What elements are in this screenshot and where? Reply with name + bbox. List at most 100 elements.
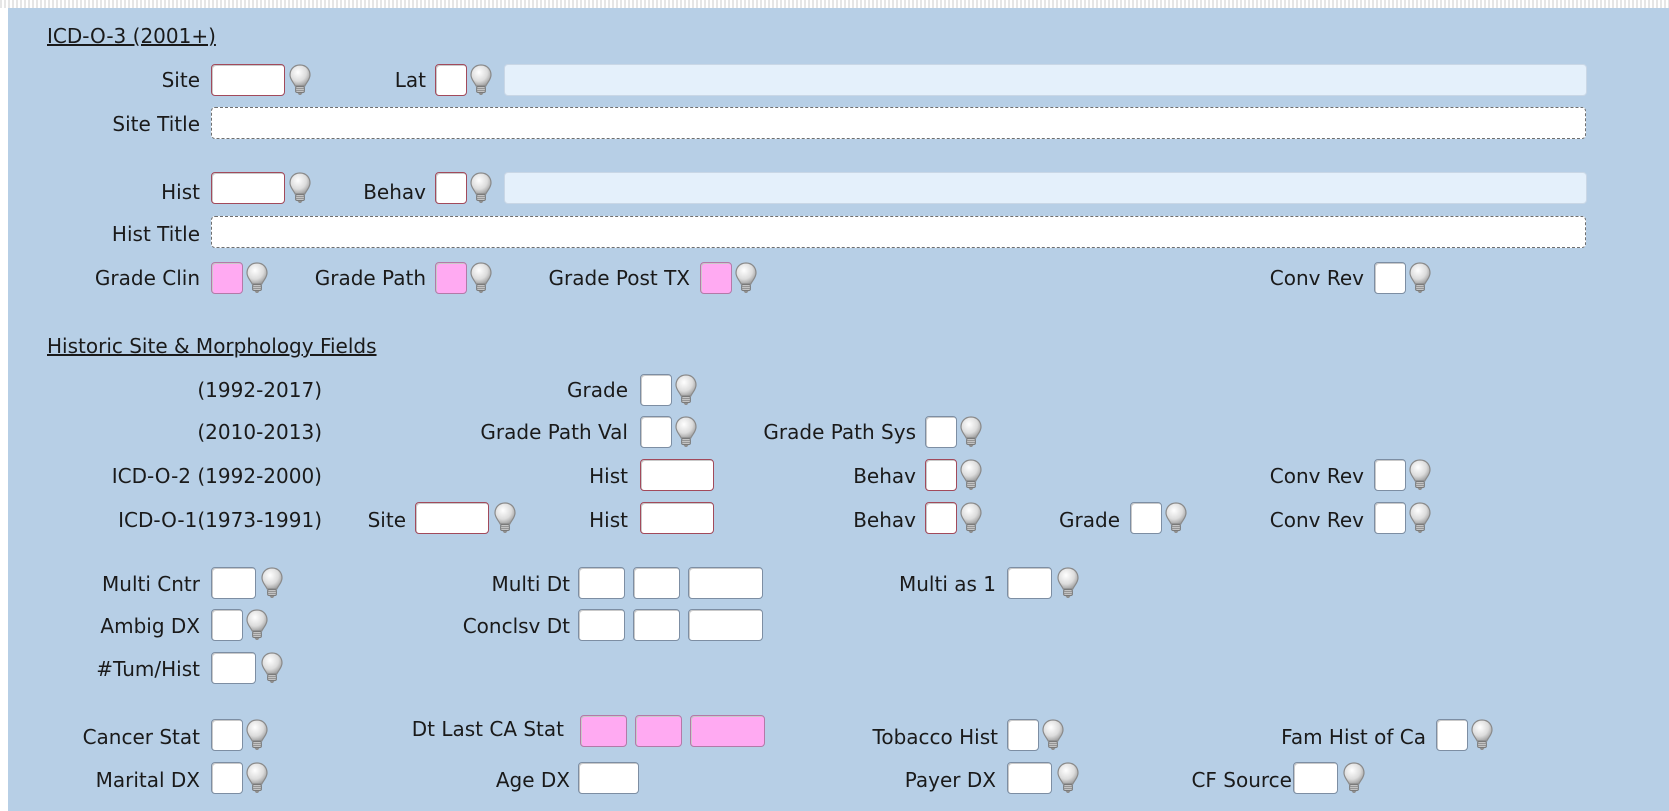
cancer-stat-label: Cancer Stat	[82, 725, 200, 749]
lightbulb-icon[interactable]	[261, 652, 283, 684]
period-2010-2013-label: (2010-2013)	[197, 420, 322, 444]
icdo1-conv-rev-input[interactable]	[1374, 502, 1406, 534]
conclsv-dt-month-input[interactable]	[578, 609, 625, 641]
icdo2-behav-input[interactable]	[925, 459, 957, 491]
icdo1-conv-rev-label: Conv Rev	[1269, 508, 1364, 532]
lightbulb-icon[interactable]	[1057, 567, 1079, 599]
fam-hist-label: Fam Hist of Ca	[1281, 725, 1426, 749]
multi-cntr-input[interactable]	[211, 567, 256, 599]
dt-last-ca-stat-day-input[interactable]	[635, 715, 682, 747]
dt-last-ca-stat-year-input[interactable]	[690, 715, 765, 747]
lightbulb-icon[interactable]	[1042, 719, 1064, 751]
lightbulb-icon[interactable]	[246, 762, 268, 794]
grade-path-sys-label: Grade Path Sys	[763, 420, 916, 444]
grade-path-val-input[interactable]	[640, 416, 672, 448]
lightbulb-icon[interactable]	[470, 172, 492, 204]
lightbulb-icon[interactable]	[1165, 502, 1187, 534]
multi-dt-day-input[interactable]	[633, 567, 680, 599]
lat-label: Lat	[394, 68, 426, 92]
lightbulb-icon[interactable]	[1409, 262, 1431, 294]
icdo1-grade-label: Grade	[1059, 508, 1120, 532]
marital-dx-input[interactable]	[211, 762, 243, 794]
hist-title-label: Hist Title	[111, 222, 200, 246]
lightbulb-icon[interactable]	[246, 262, 268, 294]
lightbulb-icon[interactable]	[494, 502, 516, 534]
cf-source-input[interactable]	[1293, 762, 1338, 794]
lightbulb-icon[interactable]	[1409, 459, 1431, 491]
multi-cntr-label: Multi Cntr	[102, 572, 200, 596]
dt-last-ca-stat-label: Dt Last CA Stat	[411, 717, 564, 741]
top-dashed-border	[0, 0, 1669, 8]
conv-rev-input[interactable]	[1374, 262, 1406, 294]
lightbulb-icon[interactable]	[675, 416, 697, 448]
icdo2-hist-input[interactable]	[640, 459, 714, 491]
grade-post-tx-label: Grade Post TX	[548, 266, 690, 290]
icdo1-grade-input[interactable]	[1130, 502, 1162, 534]
grade-path-input[interactable]	[435, 262, 467, 294]
multi-dt-month-input[interactable]	[578, 567, 625, 599]
lightbulb-icon[interactable]	[289, 172, 311, 204]
conclsv-dt-day-input[interactable]	[633, 609, 680, 641]
behav-input[interactable]	[435, 172, 467, 204]
icdo2-behav-label: Behav	[853, 464, 916, 488]
age-dx-label: Age DX	[495, 768, 570, 792]
age-dx-input[interactable]	[578, 762, 639, 794]
grade-1992-input[interactable]	[640, 374, 672, 406]
cancer-stat-input[interactable]	[211, 719, 243, 751]
grade-1992-label: Grade	[567, 378, 628, 402]
lightbulb-icon[interactable]	[246, 609, 268, 641]
lightbulb-icon[interactable]	[261, 567, 283, 599]
cf-source-label: CF Source	[1191, 768, 1292, 792]
payer-dx-input[interactable]	[1007, 762, 1052, 794]
lightbulb-icon[interactable]	[1057, 762, 1079, 794]
lightbulb-icon[interactable]	[735, 262, 757, 294]
lat-input[interactable]	[435, 64, 467, 96]
lightbulb-icon[interactable]	[470, 64, 492, 96]
site-input[interactable]	[211, 64, 285, 96]
lightbulb-icon[interactable]	[1343, 762, 1365, 794]
lightbulb-icon[interactable]	[470, 262, 492, 294]
icdo1-behav-label: Behav	[853, 508, 916, 532]
multi-as-1-input[interactable]	[1007, 567, 1052, 599]
grade-path-sys-input[interactable]	[925, 416, 957, 448]
conclsv-dt-label: Conclsv Dt	[462, 614, 570, 638]
lightbulb-icon[interactable]	[960, 416, 982, 448]
tum-hist-input[interactable]	[211, 652, 256, 684]
grade-post-tx-input[interactable]	[700, 262, 732, 294]
icdo1-period-label: ICD-O-1(1973-1991)	[118, 508, 322, 532]
grade-clin-input[interactable]	[211, 262, 243, 294]
lightbulb-icon[interactable]	[675, 374, 697, 406]
icdo1-hist-input[interactable]	[640, 502, 714, 534]
lightbulb-icon[interactable]	[289, 64, 311, 96]
lightbulb-icon[interactable]	[1471, 719, 1493, 751]
multi-dt-year-input[interactable]	[688, 567, 763, 599]
lightbulb-icon[interactable]	[1409, 502, 1431, 534]
hist-input[interactable]	[211, 172, 285, 204]
tobacco-hist-input[interactable]	[1007, 719, 1039, 751]
period-1992-2017-label: (1992-2017)	[197, 378, 322, 402]
grade-path-val-label: Grade Path Val	[480, 420, 628, 444]
dt-last-ca-stat-month-input[interactable]	[580, 715, 627, 747]
lightbulb-icon[interactable]	[960, 459, 982, 491]
icdo2-conv-rev-input[interactable]	[1374, 459, 1406, 491]
icdo1-hist-label: Hist	[589, 508, 628, 532]
section-header-icdo3: ICD-O-3 (2001+)	[47, 24, 216, 48]
icdo1-site-input[interactable]	[415, 502, 489, 534]
icdo2-period-label: ICD-O-2 (1992-2000)	[111, 464, 322, 488]
site-description-display	[504, 64, 1587, 96]
tobacco-hist-label: Tobacco Hist	[872, 725, 998, 749]
lightbulb-icon[interactable]	[960, 502, 982, 534]
grade-clin-label: Grade Clin	[94, 266, 200, 290]
hist-title-field	[211, 216, 1586, 248]
ambig-dx-label: Ambig DX	[100, 614, 200, 638]
icdo1-behav-input[interactable]	[925, 502, 957, 534]
icdo2-hist-label: Hist	[589, 464, 628, 488]
lightbulb-icon[interactable]	[246, 719, 268, 751]
icdo2-conv-rev-label: Conv Rev	[1269, 464, 1364, 488]
behav-label: Behav	[363, 180, 426, 204]
ambig-dx-input[interactable]	[211, 609, 243, 641]
conclsv-dt-year-input[interactable]	[688, 609, 763, 641]
fam-hist-input[interactable]	[1436, 719, 1468, 751]
site-title-label: Site Title	[112, 112, 200, 136]
marital-dx-label: Marital DX	[95, 768, 200, 792]
